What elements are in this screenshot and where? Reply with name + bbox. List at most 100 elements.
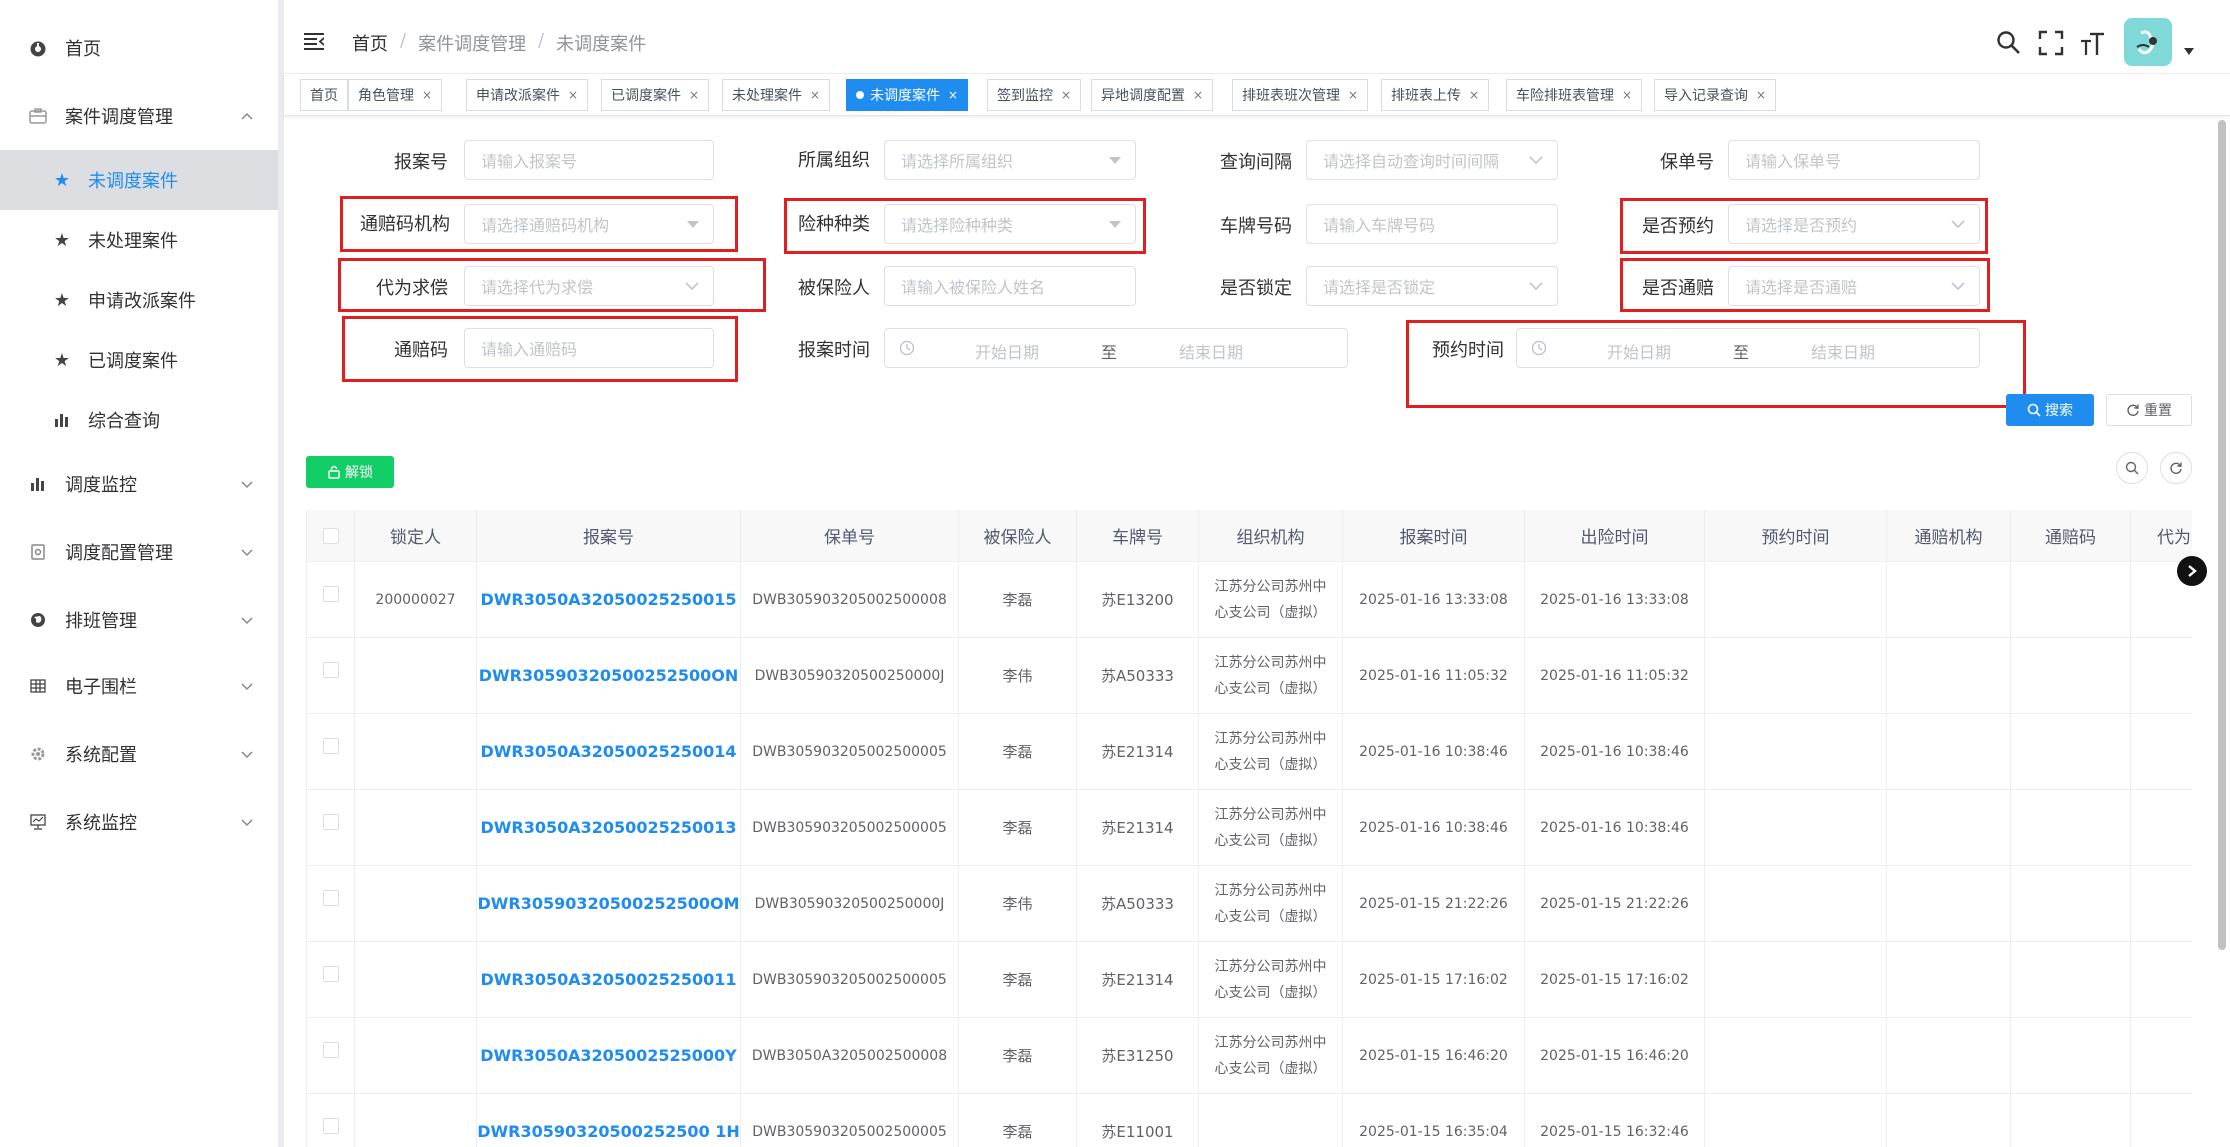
column-header[interactable]: 组织机构 bbox=[1199, 510, 1343, 561]
start-date-placeholder[interactable]: 开始日期 bbox=[1607, 339, 1671, 363]
insured-input[interactable]: 请输入被保险人姓名 bbox=[884, 266, 1136, 306]
interval-select[interactable]: 请选择自动查询时间间隔 bbox=[1306, 140, 1558, 180]
sidebar-item-case-dispatch[interactable]: 案件调度管理 bbox=[0, 86, 278, 146]
close-icon[interactable]: × bbox=[1469, 88, 1479, 102]
table-row[interactable]: DWR3050A32050025250011 DWB305903205002500… bbox=[307, 942, 2192, 1018]
page-scrollbar[interactable] bbox=[2218, 120, 2226, 950]
tongpei-select[interactable]: 请选择是否通赔 bbox=[1728, 266, 1980, 306]
table-row[interactable]: DWR30590320500252500OM DWB305903205002500… bbox=[307, 866, 2192, 942]
cell-report-no[interactable]: DWR30590320500252500 1H bbox=[477, 1094, 741, 1147]
search-button[interactable]: 搜索 bbox=[2006, 394, 2094, 426]
tongpei-code-input[interactable]: 请输入通赔码 bbox=[464, 328, 714, 368]
sidebar-item-reassign[interactable]: ★ 申请改派案件 bbox=[0, 270, 278, 330]
row-checkbox[interactable] bbox=[322, 890, 339, 906]
row-checkbox[interactable] bbox=[322, 814, 339, 830]
sidebar-item-unprocessed[interactable]: ★ 未处理案件 bbox=[0, 210, 278, 270]
tag-shift-management[interactable]: 排班表班次管理 × bbox=[1232, 79, 1369, 111]
close-icon[interactable]: × bbox=[810, 88, 820, 102]
close-icon[interactable]: × bbox=[1622, 88, 1632, 102]
sidebar-item-system-monitor[interactable]: 系统监控 bbox=[0, 792, 278, 852]
row-checkbox[interactable] bbox=[322, 586, 339, 602]
sidebar-item-dispatch-monitor[interactable]: 调度监控 bbox=[0, 454, 278, 514]
subrogation-select[interactable]: 请选择代为求偿 bbox=[464, 266, 714, 306]
close-icon[interactable]: × bbox=[1193, 88, 1203, 102]
scroll-right-button[interactable] bbox=[2177, 556, 2207, 586]
cell-report-no[interactable]: DWR3050A32050025250015 bbox=[477, 562, 741, 637]
reset-button[interactable]: 重置 bbox=[2106, 394, 2192, 426]
search-icon[interactable] bbox=[1996, 30, 2022, 56]
column-header[interactable]: 出险时间 bbox=[1525, 510, 1705, 561]
column-header[interactable]: 车牌号 bbox=[1077, 510, 1199, 561]
end-date-placeholder[interactable]: 结束日期 bbox=[1179, 339, 1243, 363]
locked-select[interactable]: 请选择是否锁定 bbox=[1306, 266, 1558, 306]
toggle-search-button[interactable] bbox=[2116, 452, 2148, 484]
tag-home[interactable]: 首页 bbox=[300, 79, 348, 111]
tag-undispatched[interactable]: 未调度案件 × bbox=[846, 79, 969, 111]
table-row[interactable]: 200000027 DWR3050A32050025250015 DWB305903… bbox=[307, 562, 2192, 638]
column-header[interactable]: 保单号 bbox=[741, 510, 959, 561]
column-header[interactable]: 锁定人 bbox=[355, 510, 477, 561]
row-checkbox[interactable] bbox=[322, 1042, 339, 1058]
table-row[interactable]: DWR3050A3205002525000Y DWB3050A3205002500… bbox=[307, 1018, 2192, 1094]
plate-no-input[interactable]: 请输入车牌号码 bbox=[1306, 204, 1558, 244]
sidebar-item-geofence[interactable]: 电子围栏 bbox=[0, 656, 278, 716]
close-icon[interactable]: × bbox=[1061, 88, 1071, 102]
fullscreen-icon[interactable] bbox=[2038, 30, 2064, 56]
cell-report-no[interactable]: DWR30590320500252500OM bbox=[477, 866, 741, 941]
cell-report-no[interactable]: DWR3050A32050025250011 bbox=[477, 942, 741, 1017]
close-icon[interactable]: × bbox=[568, 88, 578, 102]
tag-reassign[interactable]: 申请改派案件 × bbox=[466, 79, 589, 111]
reserve-time-range[interactable]: 开始日期 至 结束日期 bbox=[1516, 328, 1980, 368]
font-size-icon[interactable] bbox=[2080, 30, 2106, 56]
sidebar-item-schedule[interactable]: 排班管理 bbox=[0, 590, 278, 650]
row-checkbox[interactable] bbox=[322, 1118, 339, 1134]
cell-report-no[interactable]: DWR3050A32050025250013 bbox=[477, 790, 741, 865]
column-header[interactable]: 通赔机构 bbox=[1887, 510, 2011, 561]
column-header[interactable]: 通赔码 bbox=[2011, 510, 2131, 561]
sidebar-item-dispatch-config[interactable]: 调度配置管理 bbox=[0, 522, 278, 582]
sidebar-item-query[interactable]: 综合查询 bbox=[0, 390, 278, 450]
user-avatar[interactable] bbox=[2124, 18, 2172, 66]
reserved-select[interactable]: 请选择是否预约 bbox=[1728, 204, 1980, 244]
row-checkbox[interactable] bbox=[322, 738, 339, 754]
sidebar-item-undispatched[interactable]: ★ 未调度案件 bbox=[0, 150, 278, 210]
policy-no-input[interactable]: 请输入保单号 bbox=[1728, 140, 1980, 180]
org-select[interactable]: 请选择所属组织 bbox=[884, 140, 1136, 180]
caret-down-icon[interactable] bbox=[2184, 48, 2194, 56]
breadcrumb-case-dispatch[interactable]: 案件调度管理 bbox=[418, 30, 526, 56]
column-header[interactable]: 预约时间 bbox=[1705, 510, 1887, 561]
sidebar-item-dispatched[interactable]: ★ 已调度案件 bbox=[0, 330, 278, 390]
menu-fold-icon[interactable] bbox=[304, 32, 324, 50]
tongpei-org-select[interactable]: 请选择通赔码机构 bbox=[464, 204, 714, 244]
close-icon[interactable]: × bbox=[1348, 88, 1358, 102]
tag-car-schedule[interactable]: 车险排班表管理 × bbox=[1506, 79, 1643, 111]
insurance-type-select[interactable]: 请选择险种种类 bbox=[884, 204, 1136, 244]
table-row[interactable]: DWR30590320500252500 1H DWB30590320500250… bbox=[307, 1094, 2192, 1147]
tag-role-management[interactable]: 角色管理 × bbox=[348, 79, 443, 111]
table-row[interactable]: DWR3050A32050025250014 DWB305903205002500… bbox=[307, 714, 2192, 790]
tag-import-records[interactable]: 导入记录查询 × bbox=[1654, 79, 1777, 111]
tag-checkin-monitor[interactable]: 签到监控 × bbox=[987, 79, 1082, 111]
tag-schedule-upload[interactable]: 排班表上传 × bbox=[1381, 79, 1490, 111]
table-row[interactable]: DWR30590320500252500ON DWB305903205002500… bbox=[307, 638, 2192, 714]
sidebar-item-system-config[interactable]: 系统配置 bbox=[0, 724, 278, 784]
tag-dispatched[interactable]: 已调度案件 × bbox=[601, 79, 710, 111]
tag-remote-dispatch[interactable]: 异地调度配置 × bbox=[1091, 79, 1214, 111]
start-date-placeholder[interactable]: 开始日期 bbox=[975, 339, 1039, 363]
row-checkbox[interactable] bbox=[322, 966, 339, 982]
column-header[interactable]: 代为求 bbox=[2131, 510, 2192, 561]
cell-report-no[interactable]: DWR3050A3205002525000Y bbox=[477, 1018, 741, 1093]
column-header[interactable]: 被保险人 bbox=[959, 510, 1077, 561]
unlock-button[interactable]: 解锁 bbox=[306, 456, 394, 488]
column-header[interactable]: 报案号 bbox=[477, 510, 741, 561]
report-time-range[interactable]: 开始日期 至 结束日期 bbox=[884, 328, 1348, 368]
end-date-placeholder[interactable]: 结束日期 bbox=[1811, 339, 1875, 363]
tag-unprocessed[interactable]: 未处理案件 × bbox=[722, 79, 831, 111]
close-icon[interactable]: × bbox=[1756, 88, 1766, 102]
cell-report-no[interactable]: DWR3050A32050025250014 bbox=[477, 714, 741, 789]
select-all-checkbox[interactable] bbox=[322, 527, 339, 544]
row-checkbox[interactable] bbox=[322, 662, 339, 678]
close-icon[interactable]: × bbox=[689, 88, 699, 102]
cell-report-no[interactable]: DWR30590320500252500ON bbox=[477, 638, 741, 713]
breadcrumb-home[interactable]: 首页 bbox=[352, 30, 388, 56]
